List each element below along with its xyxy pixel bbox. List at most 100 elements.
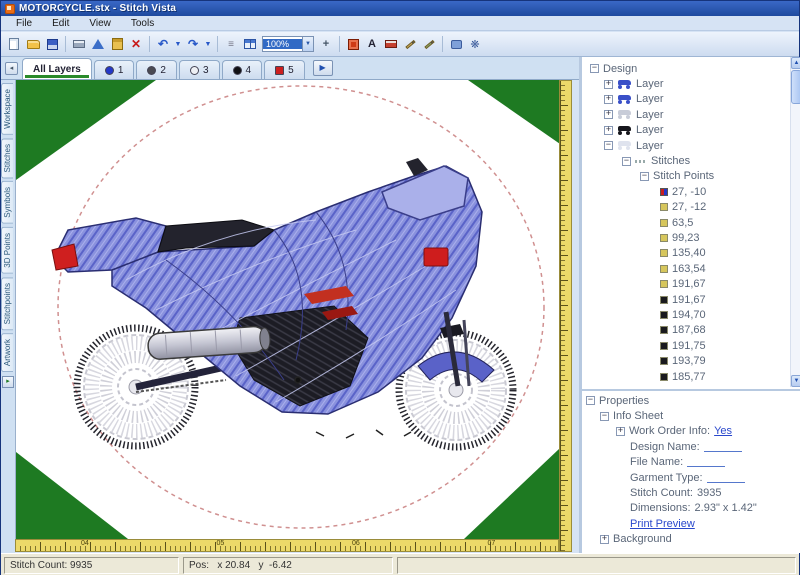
scroll-down-button[interactable]: ▼ [791, 375, 800, 387]
collapse-icon[interactable] [640, 172, 649, 181]
tab-layer-5[interactable]: 5 [264, 60, 305, 79]
stitch-point-row[interactable]: 135,40 [588, 246, 787, 261]
tree-node-layer[interactable]: Layer [588, 92, 787, 107]
tree-node-layer[interactable]: Layer [588, 138, 787, 153]
thread-color-button[interactable] [344, 35, 362, 53]
stitch-point-icon [660, 373, 668, 381]
draw-stitch-button[interactable] [420, 35, 438, 53]
stitch-play-button[interactable]: ▶ [313, 60, 333, 76]
expand-icon[interactable] [604, 95, 613, 104]
new-button[interactable] [5, 35, 23, 53]
properties-node[interactable]: Properties [586, 393, 800, 408]
stitch-point-icon [660, 296, 668, 304]
expand-icon[interactable] [604, 80, 613, 89]
stitch-point-icon [660, 188, 668, 196]
tree-node-stitches[interactable]: Stitches [588, 153, 787, 168]
settings-button[interactable]: ❋ [466, 35, 484, 53]
open-button[interactable] [24, 35, 42, 53]
undo-dropdown[interactable]: ▼ [173, 35, 183, 53]
menu-edit[interactable]: Edit [43, 17, 78, 30]
print-design-button[interactable] [382, 35, 400, 53]
side-tab-stitchpoints[interactable]: Stitchpoints [1, 277, 13, 330]
notes-button[interactable]: ≡ [222, 35, 240, 53]
tree-node-layer[interactable]: Layer [588, 107, 787, 122]
collapse-icon[interactable] [604, 141, 613, 150]
title-bar[interactable]: MOTORCYCLE.stx - Stitch Vista [1, 1, 799, 16]
side-tab-3d-points[interactable]: 3D Points [1, 227, 13, 274]
delete-button[interactable]: ✕ [127, 35, 145, 53]
undo-button[interactable]: ↶ [154, 35, 172, 53]
side-tab-symbols[interactable]: Symbols [1, 181, 13, 224]
stitch-point-row[interactable]: 187,68 [588, 323, 787, 338]
stitch-point-row[interactable]: 191,75 [588, 338, 787, 353]
stitch-point-row[interactable]: 27, -12 [588, 200, 787, 215]
redo-dropdown[interactable]: ▼ [203, 35, 213, 53]
collapse-icon[interactable] [600, 412, 609, 421]
menu-tools[interactable]: Tools [122, 17, 163, 30]
collapse-icon[interactable] [586, 396, 595, 405]
side-tab-workspace[interactable]: Workspace [1, 83, 13, 135]
tab-scroll-button[interactable]: ◂ [5, 62, 18, 75]
redo-button[interactable]: ↷ [184, 35, 202, 53]
hoop-button[interactable] [89, 35, 107, 53]
print-design-icon [385, 40, 397, 48]
tree-node-layer-label: Layer [636, 109, 664, 121]
stitch-point-row[interactable]: 185,77 [588, 369, 787, 384]
tree-scrollbar[interactable]: ▲ ▼ [790, 57, 800, 387]
tab-layer-3[interactable]: 3 [179, 60, 220, 79]
tree-node-layer[interactable]: Layer [588, 76, 787, 91]
design-tree-panel: Design Layer Layer Layer Layer [579, 57, 800, 553]
background-node[interactable]: Background [586, 532, 800, 547]
zoom-select[interactable]: 100% ▼ [262, 36, 314, 52]
stitch-point-row[interactable]: 193,79 [588, 353, 787, 368]
stitch-point-row[interactable]: 191,67 [588, 292, 787, 307]
print-preview-link[interactable]: Print Preview [630, 518, 695, 530]
tab-layer-4[interactable]: 4 [222, 60, 263, 79]
stitch-point-row[interactable]: 194,70 [588, 307, 787, 322]
stitch-point-value: 135,40 [672, 247, 706, 259]
expand-icon[interactable] [616, 427, 625, 436]
tree-node-design[interactable]: Design [588, 61, 787, 76]
collapse-icon[interactable] [622, 157, 631, 166]
garment-type-field[interactable] [707, 473, 745, 483]
side-tab-stitches[interactable]: Stitches [1, 138, 13, 178]
menu-file[interactable]: File [7, 17, 41, 30]
stitch-point-row[interactable]: 63,5 [588, 215, 787, 230]
paste-button[interactable] [108, 35, 126, 53]
undo-icon: ↶ [158, 37, 168, 51]
tab-layer-1-label: 1 [118, 65, 124, 76]
work-order-value-link[interactable]: Yes [714, 425, 732, 437]
side-strip-collapse-button[interactable]: ▸ [2, 376, 14, 388]
expand-icon[interactable] [604, 126, 613, 135]
tab-layer-2[interactable]: 2 [136, 60, 177, 79]
tab-layer-1[interactable]: 1 [94, 60, 135, 79]
design-name-field[interactable] [704, 442, 742, 452]
stitch-point-icon [660, 280, 668, 288]
expand-icon[interactable] [604, 110, 613, 119]
scroll-up-button[interactable]: ▲ [791, 57, 800, 69]
zoom-in-button[interactable]: + [317, 35, 335, 53]
lettering-button[interactable]: A [363, 35, 381, 53]
layer-icon [617, 141, 632, 150]
side-tab-artwork[interactable]: Artwork [1, 333, 13, 372]
stitch-point-row[interactable]: 191,67 [588, 276, 787, 291]
stitch-point-row[interactable]: 99,23 [588, 230, 787, 245]
expand-icon[interactable] [600, 535, 609, 544]
info-sheet-node[interactable]: Info Sheet [586, 408, 800, 423]
tab-all-layers[interactable]: All Layers [22, 58, 92, 79]
file-name-field[interactable] [687, 457, 725, 467]
tree-node-stitch-points[interactable]: Stitch Points [588, 169, 787, 184]
table-button[interactable] [241, 35, 259, 53]
machine-button[interactable] [447, 35, 465, 53]
stitch-point-row[interactable]: 27, -10 [588, 184, 787, 199]
save-button[interactable] [43, 35, 61, 53]
stitch-point-row[interactable]: 163,54 [588, 261, 787, 276]
design-name-row: Design Name: [586, 439, 800, 454]
print-button[interactable] [70, 35, 88, 53]
tree-node-layer[interactable]: Layer [588, 123, 787, 138]
edit-stitch-button[interactable] [401, 35, 419, 53]
collapse-icon[interactable] [590, 64, 599, 73]
design-canvas[interactable] [15, 80, 559, 539]
scrollbar-thumb[interactable] [791, 70, 800, 104]
menu-view[interactable]: View [80, 17, 120, 30]
